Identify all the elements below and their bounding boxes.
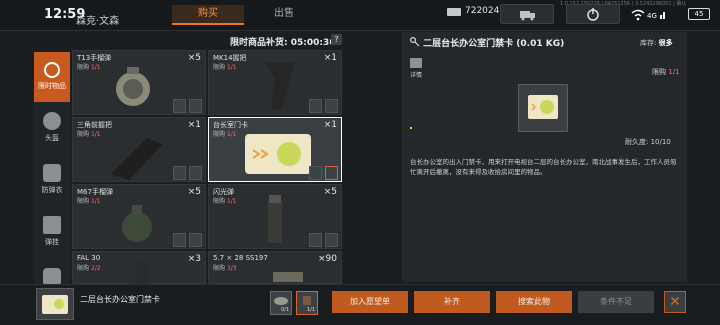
item-count: ×1 — [323, 53, 337, 63]
category-rig[interactable]: 弹挂 — [34, 208, 70, 258]
item-count: ×5 — [323, 187, 337, 197]
add-to-wishlist-button[interactable]: 加入愿望单 — [332, 291, 408, 313]
info-label[interactable]: 详情 — [410, 70, 422, 79]
battery-indicator: 45 — [688, 8, 710, 20]
info-icon[interactable] — [410, 58, 422, 68]
grip-image — [265, 63, 295, 109]
key-icon — [409, 36, 420, 47]
category-label: 限时物品 — [38, 82, 66, 90]
grenade-image — [116, 67, 150, 106]
keycard-image — [245, 134, 311, 174]
item-name: FAL 30 — [77, 254, 101, 262]
cost-slot — [309, 166, 322, 180]
item-limit: 限购 3/3 — [213, 265, 237, 272]
item-card-mk14-grip[interactable]: MK14握把 限购 1/1 ×1 — [208, 50, 342, 115]
item-card-fal-mag[interactable]: FAL 30 限购 2/2 ×3 — [72, 251, 206, 284]
item-card-t13-grenade[interactable]: T13手榴弹 限购 1/1 ×5 — [72, 50, 206, 115]
category-label: 头盔 — [45, 134, 59, 142]
item-limit: 限购 2/2 — [77, 265, 101, 272]
item-limit: 限购 1/1 — [213, 64, 237, 71]
clock-icon — [44, 62, 60, 78]
power-button[interactable] — [566, 4, 620, 24]
cost-slot — [325, 99, 338, 113]
detail-item-image — [518, 84, 568, 132]
item-card-office-keycard[interactable]: 台长室门卡 限购 1/1 ×1 — [208, 117, 342, 182]
power-icon — [587, 8, 599, 21]
angled-grip-image — [111, 138, 163, 180]
search-item-button[interactable]: 搜索此物 — [496, 291, 572, 313]
category-helmet[interactable]: 头盔 — [34, 104, 70, 154]
item-count: ×1 — [323, 120, 337, 130]
cost-slot — [173, 166, 186, 180]
category-sidebar: 限时物品 头盔 防弹衣 弹挂 — [34, 52, 70, 286]
stock-indicator: 库存: 很多 — [640, 39, 673, 47]
item-limit: 限购 1/1 — [213, 131, 237, 138]
item-limit: 限购 1/1 — [77, 64, 101, 71]
cost-slot — [173, 99, 186, 113]
cost-slot — [189, 233, 202, 247]
close-button[interactable]: ✕ — [664, 291, 686, 313]
helmet-icon — [43, 112, 61, 130]
indicator-dot — [410, 127, 412, 129]
cost-slot — [189, 166, 202, 180]
keycard-image — [528, 95, 558, 119]
magazine-image — [135, 262, 147, 284]
item-card-flashbang[interactable]: 闪光弹 限购 1/1 ×5 — [208, 184, 342, 249]
item-limit: 限购 1/1 — [77, 198, 101, 205]
durability: 耐久度: 10/10 — [625, 138, 671, 146]
item-limit: 限购 1/1 — [77, 131, 101, 138]
item-count: ×1 — [187, 120, 201, 130]
money-icon — [447, 8, 461, 16]
m67-grenade-image — [122, 205, 152, 242]
cost-slot — [325, 166, 338, 180]
keycard-image — [42, 295, 68, 314]
selected-item-thumbnail — [36, 288, 74, 320]
cost-slot — [325, 233, 338, 247]
restock-countdown: 限时商品补货: 05:00:36 — [230, 38, 336, 48]
ammo-image — [273, 272, 303, 282]
item-card-angled-grip[interactable]: 三角前握把 限购 1/1 ×1 — [72, 117, 206, 182]
category-label: 弹挂 — [45, 238, 59, 246]
item-count: ×5 — [187, 187, 201, 197]
svg-text:4G: 4G — [647, 12, 657, 20]
wifi-icon: 4G — [630, 9, 670, 24]
item-count: ×3 — [187, 254, 201, 264]
flashbang-image — [268, 195, 282, 243]
item-card-m67-grenade[interactable]: M67手榴弹 限购 1/1 ×5 — [72, 184, 206, 249]
money-balance: 722024 — [465, 6, 500, 16]
category-label: 防弹衣 — [41, 186, 63, 194]
item-limit: 限购 1/1 — [213, 198, 237, 205]
item-card-ss197-ammo[interactable]: 5.7 × 28 SS197 限购 3/3 ×90 — [208, 251, 342, 284]
cost-slot — [309, 99, 322, 113]
item-count: ×90 — [318, 254, 337, 264]
cost-item-2: 1/1 — [296, 291, 318, 315]
tab-buy[interactable]: 购买 — [172, 5, 244, 25]
player-name: 森克·文森 — [76, 16, 120, 27]
selected-item-name: 二层台长办公室门禁卡 — [80, 295, 160, 304]
item-name: 5.7 × 28 SS197 — [213, 254, 268, 262]
rig-icon — [43, 216, 61, 234]
cost-slot — [189, 99, 202, 113]
truck-icon — [520, 11, 535, 21]
item-count: ×5 — [187, 53, 201, 63]
canned-food-icon — [274, 297, 288, 305]
detail-title: 二层台长办公室门禁卡 (0.01 KG) — [409, 36, 564, 49]
restock-button[interactable]: 补齐 — [414, 291, 490, 313]
cost-slot — [173, 233, 186, 247]
category-limited[interactable]: 限时物品 — [34, 52, 70, 102]
cost-item-1: 0/1 — [270, 291, 292, 315]
item-description: 台长办公室的出入门禁卡，用来打开电视台二层的台长办公室，南北战事发生后，工作人员… — [410, 158, 677, 176]
category-armor[interactable]: 防弹衣 — [34, 156, 70, 206]
box-icon — [303, 296, 311, 305]
tab-sell[interactable]: 出售 — [248, 5, 320, 23]
cost-slot — [309, 233, 322, 247]
vest-icon — [43, 164, 61, 182]
insufficient-conditions-button[interactable]: 条件不足 — [578, 291, 654, 313]
truck-button[interactable] — [500, 4, 554, 24]
detail-purchase-limit: 限购 1/1 — [652, 68, 680, 76]
help-button[interactable]: ? — [331, 34, 342, 45]
